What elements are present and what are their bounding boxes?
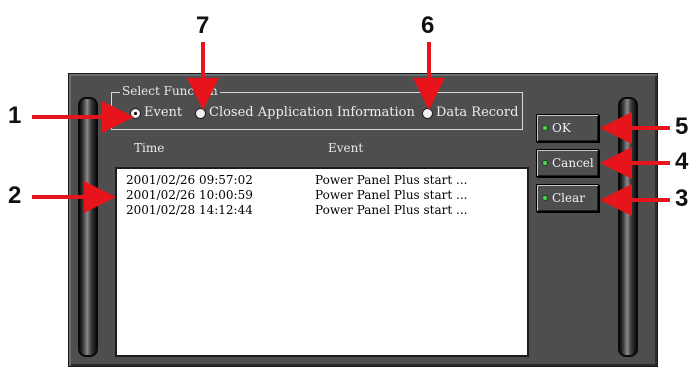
row-time: 2001/02/28 14:12:44 bbox=[126, 203, 253, 217]
radio-closed-app-label: Closed Application Information bbox=[209, 105, 415, 120]
ok-button-label: OK bbox=[552, 121, 571, 135]
callout-number-2: 2 bbox=[8, 182, 22, 209]
callout-number-1: 1 bbox=[8, 102, 22, 129]
radio-unselected-icon[interactable] bbox=[195, 107, 206, 119]
radio-data-record[interactable]: Data Record bbox=[422, 106, 518, 120]
led-icon bbox=[542, 125, 548, 131]
list-row[interactable]: 2001/02/26 10:00:59 Power Panel Plus sta… bbox=[117, 188, 527, 203]
row-time: 2001/02/26 10:00:59 bbox=[126, 188, 253, 202]
callout-number-4: 4 bbox=[675, 148, 689, 175]
list-row[interactable]: 2001/02/26 09:57:02 Power Panel Plus sta… bbox=[117, 173, 527, 188]
row-event: Power Panel Plus start ... bbox=[315, 173, 468, 187]
callout-number-6: 6 bbox=[421, 12, 435, 39]
column-header-event: Event bbox=[328, 141, 364, 155]
row-event: Power Panel Plus start ... bbox=[315, 203, 468, 217]
column-header-time: Time bbox=[134, 141, 165, 155]
led-icon bbox=[542, 160, 548, 166]
ok-button[interactable]: OK bbox=[536, 114, 599, 142]
radio-data-record-label: Data Record bbox=[436, 105, 519, 120]
radio-unselected-icon[interactable] bbox=[422, 107, 433, 119]
list-row[interactable]: 2001/02/28 14:12:44 Power Panel Plus sta… bbox=[117, 203, 527, 218]
clear-button[interactable]: Clear bbox=[536, 184, 599, 212]
led-icon bbox=[542, 195, 548, 201]
row-event: Power Panel Plus start ... bbox=[315, 188, 468, 202]
radio-event[interactable]: Event bbox=[130, 106, 182, 120]
callout-number-3: 3 bbox=[675, 185, 689, 212]
callout-number-7: 7 bbox=[196, 12, 210, 39]
cancel-button[interactable]: Cancel bbox=[536, 149, 599, 177]
row-time: 2001/02/26 09:57:02 bbox=[126, 173, 253, 187]
radio-closed-application-information[interactable]: Closed Application Information bbox=[195, 106, 415, 120]
radio-event-label: Event bbox=[144, 105, 183, 120]
callout-number-5: 5 bbox=[675, 113, 689, 140]
select-function-legend: Select Function bbox=[120, 84, 220, 98]
left-rail bbox=[78, 97, 98, 357]
event-list[interactable]: 2001/02/26 09:57:02 Power Panel Plus sta… bbox=[115, 167, 529, 357]
radio-selected-icon[interactable] bbox=[130, 107, 141, 119]
cancel-button-label: Cancel bbox=[552, 156, 594, 170]
clear-button-label: Clear bbox=[552, 191, 586, 205]
right-rail bbox=[618, 97, 638, 357]
